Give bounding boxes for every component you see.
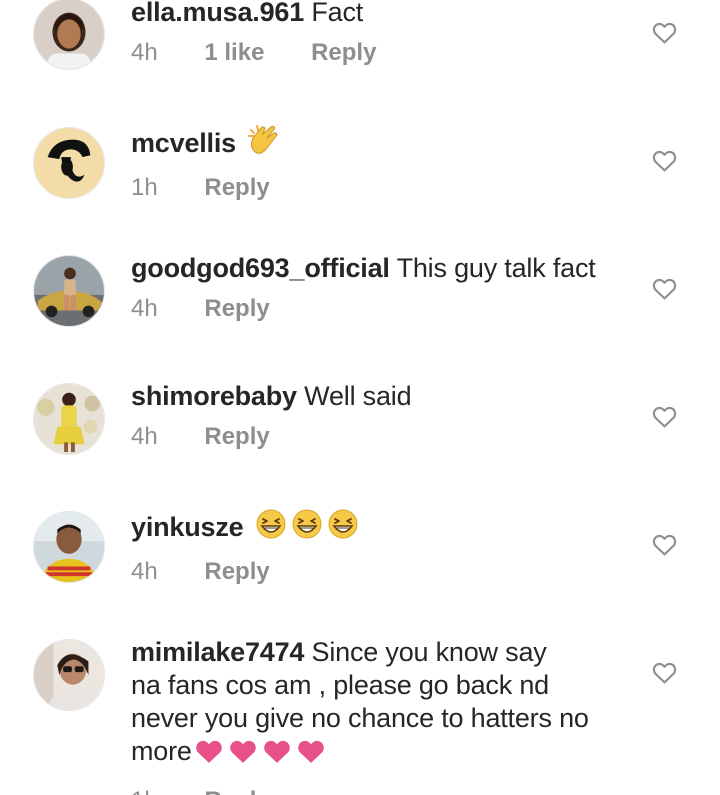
- avatar[interactable]: [33, 255, 105, 327]
- comment-text: This guy talk fact: [396, 253, 596, 283]
- grinning-squinting-emoji: [255, 508, 287, 548]
- avatar[interactable]: [33, 639, 105, 711]
- reply-button[interactable]: Reply: [204, 786, 269, 795]
- pink-heart-emoji: [262, 738, 292, 772]
- like-heart-icon[interactable]: [652, 661, 677, 684]
- like-heart-icon[interactable]: [652, 533, 677, 556]
- reply-button[interactable]: Reply: [204, 294, 269, 324]
- avatar[interactable]: [33, 511, 105, 583]
- comment-username[interactable]: ella.musa.961: [131, 0, 304, 27]
- reply-button[interactable]: Reply: [204, 557, 269, 587]
- comment-username[interactable]: yinkusze: [131, 512, 244, 542]
- avatar[interactable]: [33, 383, 105, 455]
- comment-time: 1h: [131, 786, 158, 795]
- comment-text-line: never you give no chance to hatters no: [131, 703, 589, 733]
- grinning-squinting-emoji: [327, 508, 359, 548]
- woman-yellow-dress-avatar: [34, 384, 104, 454]
- man-striped-shirt-avatar: [34, 512, 104, 582]
- comments-list: ella.musa.961 Fact 4h 1 like Reply mcvel…: [0, 0, 720, 795]
- like-heart-icon[interactable]: [652, 21, 677, 44]
- pink-heart-emoji: [228, 738, 258, 772]
- avatar[interactable]: [33, 127, 105, 199]
- pink-heart-emoji: [296, 738, 326, 772]
- comment-username[interactable]: shimorebaby: [131, 381, 297, 411]
- comment-time: 4h: [131, 39, 158, 66]
- woman-sunglasses-avatar: [34, 640, 104, 710]
- comment-time: 4h: [131, 423, 158, 450]
- comment-text-line: Since you know say: [311, 637, 547, 667]
- silhouette-logo-avatar: [34, 128, 104, 198]
- comment-username[interactable]: goodgod693_official: [131, 253, 390, 283]
- comment-username[interactable]: mimilake7474: [131, 637, 304, 667]
- clapping-hands-emoji: [247, 124, 281, 164]
- man-with-car-avatar: [34, 256, 104, 326]
- pink-heart-emoji: [194, 738, 224, 772]
- like-heart-icon[interactable]: [652, 149, 677, 172]
- comment-text: Well said: [304, 381, 412, 411]
- grinning-squinting-emoji: [291, 508, 323, 548]
- reply-button[interactable]: Reply: [311, 38, 376, 68]
- comment-time: 1h: [131, 174, 158, 201]
- comment-text-line: more: [131, 736, 192, 766]
- woman-portrait-avatar: [34, 0, 104, 69]
- like-heart-icon[interactable]: [652, 277, 677, 300]
- avatar[interactable]: [33, 0, 105, 70]
- comment-likes[interactable]: 1 like: [204, 38, 264, 68]
- comment-text: Fact: [311, 0, 364, 27]
- comment-text-line: na fans cos am , please go back nd: [131, 670, 549, 700]
- reply-button[interactable]: Reply: [204, 422, 269, 452]
- like-heart-icon[interactable]: [652, 405, 677, 428]
- comment-time: 4h: [131, 558, 158, 585]
- reply-button[interactable]: Reply: [204, 173, 269, 203]
- comment-time: 4h: [131, 295, 158, 322]
- comment-username[interactable]: mcvellis: [131, 128, 236, 158]
